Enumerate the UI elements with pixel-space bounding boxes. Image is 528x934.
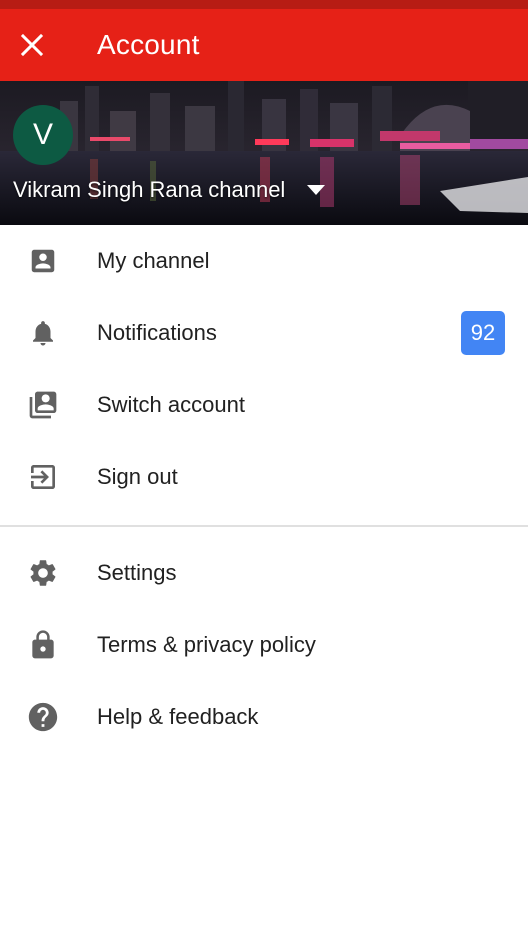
switch-account-icon xyxy=(25,390,61,420)
menu-label: Settings xyxy=(97,560,177,585)
menu-label: Sign out xyxy=(97,464,178,489)
menu-item-settings[interactable]: Settings xyxy=(0,537,528,609)
menu-label: Notifications xyxy=(97,320,217,345)
menu-label: Help & feedback xyxy=(97,704,259,729)
menu-item-switch-account[interactable]: Switch account xyxy=(0,369,528,441)
menu-label: My channel xyxy=(97,248,210,273)
bell-icon xyxy=(25,318,61,348)
notification-count-badge: 92 xyxy=(461,311,505,355)
account-box-icon xyxy=(25,246,61,276)
exit-icon xyxy=(25,462,61,492)
menu-item-terms[interactable]: Terms & privacy policy xyxy=(0,609,528,681)
close-button[interactable] xyxy=(9,22,55,68)
menu-item-help[interactable]: Help & feedback xyxy=(0,681,528,753)
menu-item-my-channel[interactable]: My channel xyxy=(0,225,528,297)
account-menu: My channel Notifications 92 Switch accou… xyxy=(0,225,528,513)
dropdown-arrow-icon xyxy=(307,185,326,195)
menu-item-sign-out[interactable]: Sign out xyxy=(0,441,528,513)
menu-item-notifications[interactable]: Notifications 92 xyxy=(0,297,528,369)
page-title: Account xyxy=(97,29,200,60)
help-icon xyxy=(25,702,61,732)
status-bar xyxy=(0,0,528,9)
divider xyxy=(0,525,528,527)
app-menu: Settings Terms & privacy policy Help & f… xyxy=(0,537,528,753)
close-icon xyxy=(20,33,44,57)
avatar-letter: V xyxy=(32,118,53,151)
app-bar: Account xyxy=(0,9,528,81)
channel-name: Vikram Singh Rana channel xyxy=(13,177,286,202)
menu-label: Switch account xyxy=(97,392,245,417)
channel-banner: V Vikram Singh Rana channel xyxy=(0,81,528,225)
account-switcher[interactable]: Vikram Singh Rana channel xyxy=(13,175,326,205)
gear-icon xyxy=(25,558,61,588)
lock-icon xyxy=(25,630,61,660)
menu-label: Terms & privacy policy xyxy=(97,632,316,657)
avatar[interactable]: V xyxy=(13,105,73,165)
